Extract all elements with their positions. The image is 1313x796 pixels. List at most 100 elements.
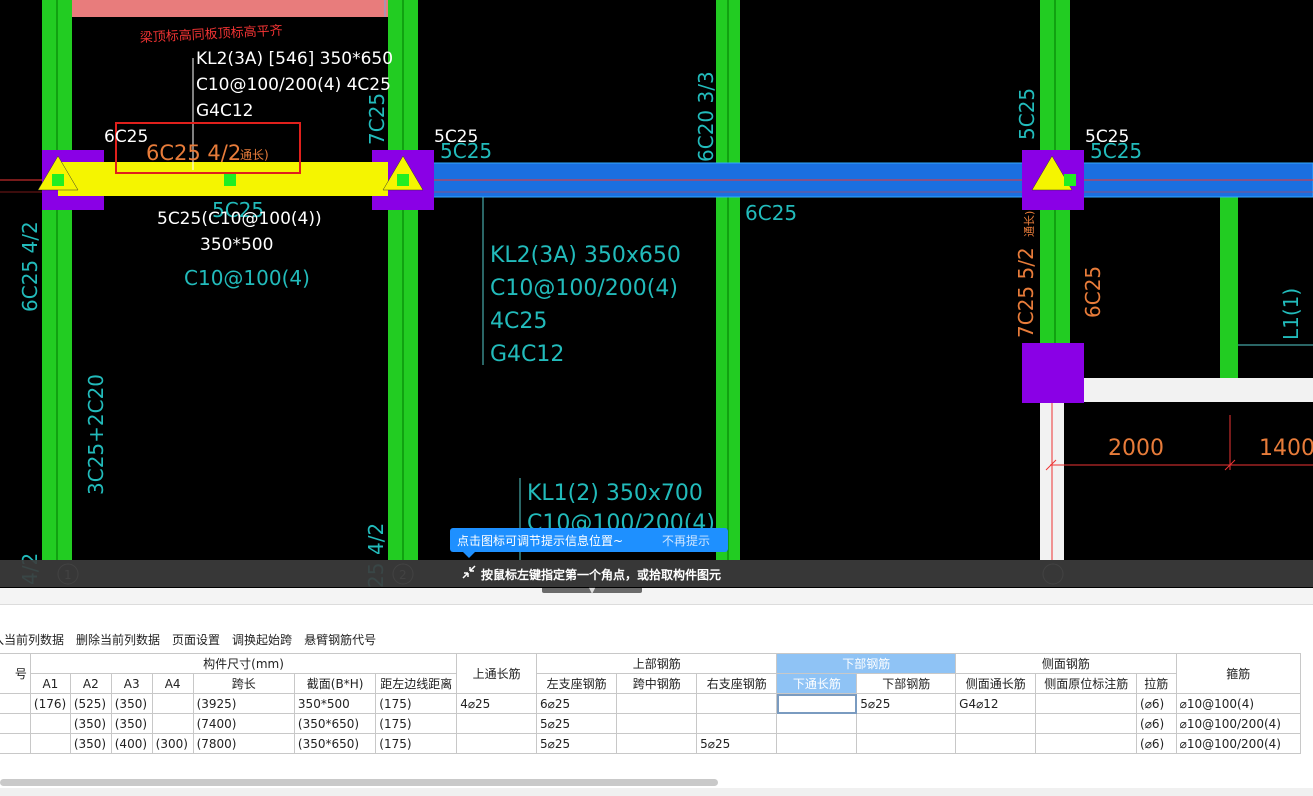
table-cell[interactable]: 350*500: [293, 693, 377, 714]
table-cell[interactable]: (175): [375, 713, 458, 734]
column-node-4[interactable]: [1022, 343, 1084, 403]
table-cell[interactable]: [776, 733, 858, 754]
table-cell[interactable]: (175): [375, 693, 458, 714]
header-top-rebar[interactable]: 上部钢筋: [535, 653, 778, 674]
table-cell[interactable]: (350*650): [293, 733, 377, 754]
table-cell[interactable]: (350): [110, 713, 153, 734]
table-cell[interactable]: (176): [29, 693, 71, 714]
cad-svg[interactable]: 梁顶标高同板顶标高平齐 KL2(3A) [546] 350*650 C10@10…: [0, 0, 1313, 588]
table-cell[interactable]: [696, 693, 778, 714]
span-table[interactable]: 号 构件尺寸(mm) 上通长筋 上部钢筋 下部钢筋 侧面钢筋 箍筋 A1 A2 …: [0, 653, 1302, 754]
table-cell[interactable]: [29, 713, 71, 734]
table-cell[interactable]: [955, 733, 1037, 754]
table-cell[interactable]: [29, 733, 71, 754]
table-cell[interactable]: 4⌀25: [456, 693, 537, 714]
subheader-a2[interactable]: A2: [69, 673, 112, 694]
hint-dismiss-link[interactable]: 不再提示: [662, 532, 728, 549]
grip-point-2[interactable]: [224, 174, 236, 186]
cad-drawing-canvas[interactable]: 梁顶标高同板顶标高平齐 KL2(3A) [546] 350*650 C10@10…: [0, 0, 1313, 588]
table-cell[interactable]: 5⌀25: [856, 693, 957, 714]
toolbar-page-setup[interactable]: 页面设置: [172, 631, 220, 648]
grip-point-3[interactable]: [397, 174, 409, 186]
table-cell[interactable]: 6⌀25: [535, 693, 618, 714]
white-beam-horizontal[interactable]: [1083, 378, 1313, 402]
toolbar-cantilever-code[interactable]: 悬臂钢筋代号: [304, 631, 376, 648]
table-cell[interactable]: [955, 713, 1037, 734]
header-top-through[interactable]: 上通长筋: [456, 653, 537, 694]
table-cell[interactable]: [616, 733, 698, 754]
horizontal-scrollbar[interactable]: [0, 779, 718, 786]
table-cell[interactable]: (350): [110, 693, 153, 714]
subheader-section[interactable]: 截面(B*H): [293, 673, 377, 694]
table-cell[interactable]: [0, 713, 31, 734]
subheader-bottom-through[interactable]: 下通长筋: [776, 673, 858, 694]
table-cell[interactable]: [1035, 713, 1138, 734]
table-cell[interactable]: (525): [69, 693, 112, 714]
table-cell[interactable]: (⌀6): [1136, 693, 1177, 714]
table-cell[interactable]: G4⌀12: [955, 693, 1037, 714]
table-cell[interactable]: [696, 713, 778, 734]
table-cell[interactable]: (⌀6): [1136, 733, 1177, 754]
table-cell[interactable]: [151, 713, 194, 734]
column-far-right[interactable]: [1220, 195, 1238, 380]
table-cell-active[interactable]: [776, 693, 858, 714]
subheader-left-offset[interactable]: 距左边线距离: [375, 673, 458, 694]
subheader-side-inplace[interactable]: 侧面原位标注筋: [1035, 673, 1138, 694]
header-stirrup[interactable]: 箍筋: [1175, 653, 1302, 694]
table-cell[interactable]: ⌀10@100/200(4): [1175, 713, 1302, 734]
table-cell[interactable]: [616, 693, 698, 714]
table-cell[interactable]: (7800): [192, 733, 295, 754]
table-cell[interactable]: (175): [375, 733, 458, 754]
table-cell[interactable]: (7400): [192, 713, 295, 734]
header-size[interactable]: 构件尺寸(mm): [29, 653, 458, 674]
subheader-a1[interactable]: A1: [29, 673, 71, 694]
subheader-bottom-rebar[interactable]: 下部钢筋: [856, 673, 957, 694]
table-cell[interactable]: [856, 713, 957, 734]
toolbar-insert-column[interactable]: 入当前列数据: [0, 631, 64, 648]
table-row[interactable]: (176) (525) (350) (3925) 350*500 (175) 4…: [0, 693, 1302, 714]
top-beam-pink[interactable]: [58, 0, 403, 17]
table-cell[interactable]: [0, 733, 31, 754]
table-cell[interactable]: (400): [110, 733, 153, 754]
header-side-rebar[interactable]: 侧面钢筋: [955, 653, 1177, 674]
table-cell[interactable]: (350): [69, 713, 112, 734]
table-cell[interactable]: (300): [151, 733, 194, 754]
header-num[interactable]: 号: [0, 653, 31, 694]
table-cell[interactable]: ⌀10@100(4): [1175, 693, 1302, 714]
table-cell[interactable]: (⌀6): [1136, 713, 1177, 734]
table-cell[interactable]: [456, 733, 537, 754]
span-table-container[interactable]: 号 构件尺寸(mm) 上通长筋 上部钢筋 下部钢筋 侧面钢筋 箍筋 A1 A2 …: [0, 653, 1313, 771]
panel-splitter[interactable]: [0, 588, 1313, 605]
table-cell[interactable]: 5⌀25: [696, 733, 778, 754]
table-row[interactable]: (350) (350) (7400) (350*650) (175) 5⌀25 …: [0, 713, 1302, 734]
table-cell[interactable]: 5⌀25: [535, 713, 618, 734]
table-cell[interactable]: [456, 713, 537, 734]
subheader-mid-span[interactable]: 跨中钢筋: [616, 673, 698, 694]
header-bottom-rebar[interactable]: 下部钢筋: [776, 653, 957, 674]
subheader-a3[interactable]: A3: [110, 673, 153, 694]
subheader-right-support[interactable]: 右支座钢筋: [696, 673, 778, 694]
table-cell[interactable]: [1035, 693, 1138, 714]
table-cell[interactable]: [856, 733, 957, 754]
toolbar-swap-start-span[interactable]: 调换起始跨: [232, 631, 292, 648]
subheader-left-support[interactable]: 左支座钢筋: [535, 673, 618, 694]
table-cell[interactable]: 5⌀25: [535, 733, 618, 754]
toolbar-delete-column[interactable]: 删除当前列数据: [76, 631, 160, 648]
tooltip-hint[interactable]: 点击图标可调节提示信息位置~ 不再提示: [450, 528, 728, 552]
table-cell[interactable]: [776, 713, 858, 734]
table-cell[interactable]: ⌀10@100/200(4): [1175, 733, 1302, 754]
table-cell[interactable]: [151, 693, 194, 714]
subheader-side-through[interactable]: 侧面通长筋: [955, 673, 1037, 694]
subheader-a4[interactable]: A4: [151, 673, 194, 694]
grip-point-1[interactable]: [52, 174, 64, 186]
table-cell[interactable]: [0, 693, 31, 714]
table-cell[interactable]: [1035, 733, 1138, 754]
shrink-arrows-icon[interactable]: [461, 564, 477, 580]
table-row[interactable]: (350) (400) (300) (7800) (350*650) (175)…: [0, 733, 1302, 754]
table-cell[interactable]: (3925): [192, 693, 295, 714]
grip-point-4[interactable]: [1064, 174, 1076, 186]
table-cell[interactable]: (350): [69, 733, 112, 754]
subheader-span-length[interactable]: 跨长: [192, 673, 295, 694]
table-cell[interactable]: (350*650): [293, 713, 377, 734]
subheader-tie-bar[interactable]: 拉筋: [1136, 673, 1177, 694]
